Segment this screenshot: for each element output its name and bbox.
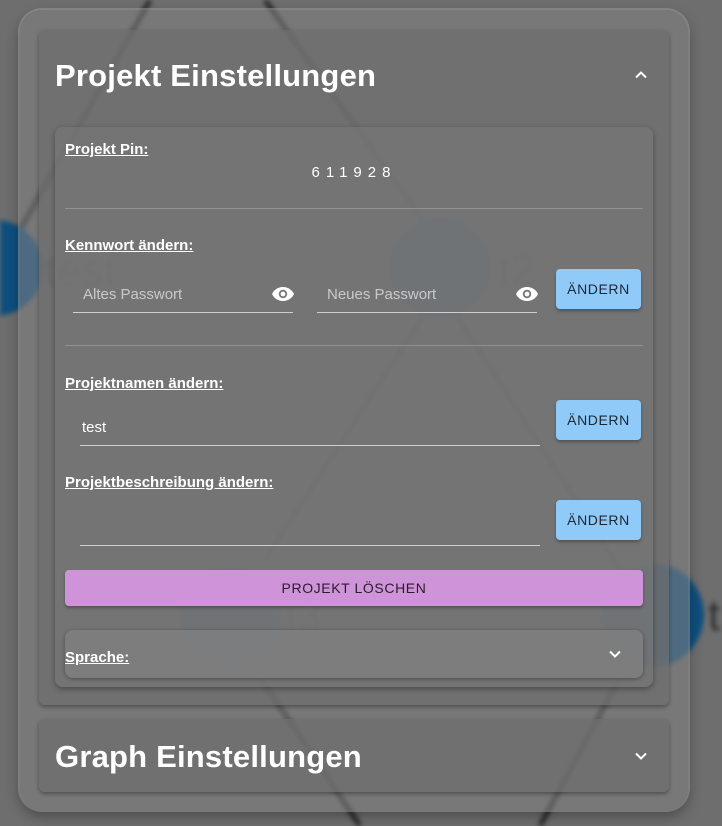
delete-project-button[interactable]: PROJEKT LÖSCHEN	[65, 570, 643, 606]
graph-settings-card[interactable]: Graph Einstellungen	[39, 719, 669, 792]
language-accordion[interactable]: Sprache:	[65, 630, 643, 678]
eye-icon[interactable]	[271, 285, 295, 303]
change-password-button[interactable]: ÄNDERN	[556, 269, 641, 309]
graph-settings-title: Graph Einstellungen	[55, 739, 362, 774]
project-settings-title: Projekt Einstellungen	[55, 58, 377, 93]
project-settings-header[interactable]: Projekt Einstellungen	[39, 30, 669, 120]
chevron-down-icon[interactable]	[605, 644, 625, 664]
project-pin-label: Projekt Pin:	[65, 141, 149, 158]
change-project-name-button[interactable]: ÄNDERN	[556, 400, 641, 440]
old-password-field	[73, 279, 295, 313]
divider	[65, 208, 643, 209]
project-description-field	[80, 512, 540, 546]
change-project-description-button[interactable]: ÄNDERN	[556, 500, 641, 540]
new-password-field	[317, 279, 539, 313]
project-name-input[interactable]	[80, 418, 524, 437]
chevron-down-icon[interactable]	[631, 746, 651, 766]
project-settings-content: Projekt Pin: 611928 Kennwort ändern: ÄND…	[55, 127, 653, 687]
chevron-up-icon[interactable]	[631, 65, 651, 85]
language-label: Sprache:	[65, 649, 130, 666]
change-project-name-label: Projektnamen ändern:	[65, 375, 224, 392]
divider	[65, 345, 643, 346]
new-password-input[interactable]	[325, 285, 519, 304]
old-password-input[interactable]	[81, 285, 275, 304]
project-description-input[interactable]	[80, 518, 524, 537]
project-pin-value: 611928	[311, 164, 397, 181]
graph-node-label: t	[708, 591, 720, 640]
change-password-label: Kennwort ändern:	[65, 237, 194, 254]
change-project-description-label: Projektbeschreibung ändern:	[65, 474, 274, 491]
eye-icon[interactable]	[515, 285, 539, 303]
project-name-field	[80, 412, 540, 446]
